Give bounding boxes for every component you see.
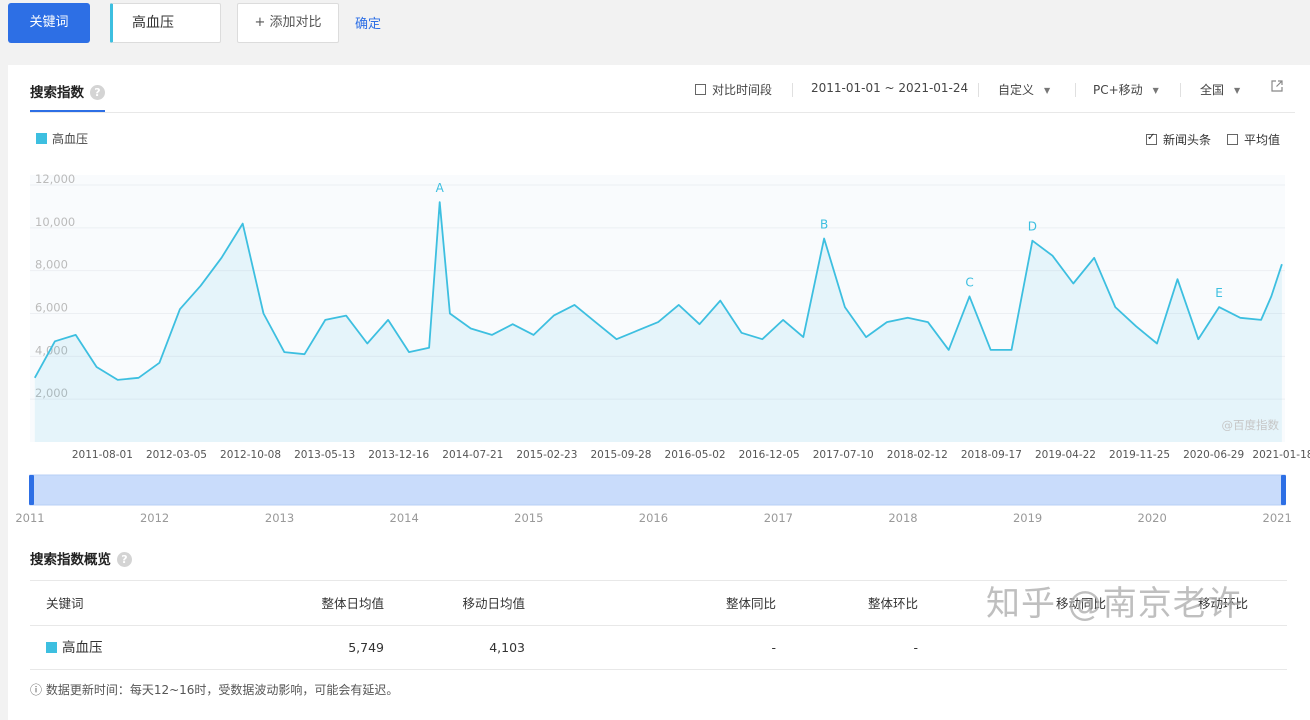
x-tick-label: 2013-12-16	[368, 449, 429, 461]
device-label: PC+移动	[1093, 83, 1143, 97]
y-tick-label: 10,000	[35, 215, 75, 229]
device-dropdown[interactable]: PC+移动 ▼	[1093, 81, 1159, 98]
update-footnote: ⓘ 数据更新时间：每天12~16时，受数据波动影响，可能会有延迟。	[30, 683, 399, 697]
keyword-term-box[interactable]: 高血压	[110, 3, 221, 43]
x-tick-label: 2018-09-17	[961, 449, 1022, 461]
x-tick-label: 2017-07-10	[813, 449, 874, 461]
region-dropdown[interactable]: 全国 ▼	[1200, 81, 1240, 98]
help-icon[interactable]: ?	[90, 85, 105, 100]
legend-label: 高血压	[52, 132, 89, 146]
legend-swatch	[36, 133, 47, 144]
range-year-label: 2018	[888, 511, 917, 525]
x-tick-label: 2011-08-01	[72, 449, 133, 461]
news-headlines-toggle[interactable]: 新闻头条	[1146, 131, 1211, 148]
range-year-label: 2013	[265, 511, 294, 525]
range-year-label: 2020	[1138, 511, 1167, 525]
range-year-label: 2011	[15, 511, 44, 525]
average-toggle[interactable]: 平均值	[1227, 131, 1280, 148]
overview-title: 搜索指数概览?	[30, 548, 132, 568]
x-tick-label: 2014-07-21	[442, 449, 503, 461]
annotation-label: E	[1215, 286, 1223, 300]
x-tick-label: 2012-10-08	[220, 449, 281, 461]
custom-dropdown[interactable]: 自定义 ▼	[998, 81, 1050, 98]
row-mobile-avg: 4,103	[489, 640, 525, 655]
date-range-picker[interactable]: 2011-01-01 ~ 2021-01-24	[811, 81, 968, 95]
range-handle-right	[1281, 475, 1286, 505]
range-year-label: 2019	[1013, 511, 1042, 525]
top-bar: 关键词 高血压 + 添加对比 确定	[0, 0, 1310, 58]
range-year-label: 2017	[764, 511, 793, 525]
x-tick-label: 2012-03-05	[146, 449, 207, 461]
range-year-label: 2014	[390, 511, 419, 525]
news-headlines-label: 新闻头条	[1163, 133, 1212, 147]
checkbox-icon	[1227, 134, 1238, 145]
caret-down-icon: ▼	[1234, 86, 1241, 95]
header-mobile-avg: 移动日均值	[462, 596, 525, 611]
y-tick-label: 12,000	[35, 172, 75, 186]
keyword-swatch	[46, 642, 57, 653]
x-tick-label: 2021-01-18	[1252, 449, 1310, 461]
compare-period-label: 对比时间段	[712, 83, 773, 97]
add-compare-button[interactable]: + 添加对比	[237, 3, 339, 43]
header-overall-mom: 整体环比	[867, 596, 918, 611]
checkbox-checked-icon	[1146, 132, 1157, 145]
x-tick-label: 2018-02-12	[887, 449, 948, 461]
range-handle-left	[29, 475, 34, 505]
header-keyword: 关键词	[46, 596, 84, 611]
keyword-button[interactable]: 关键词	[8, 3, 90, 43]
custom-label: 自定义	[998, 83, 1035, 97]
compare-period-toggle[interactable]: 对比时间段	[695, 81, 772, 98]
export-icon[interactable]	[1270, 79, 1284, 93]
search-index-chart[interactable]: 2,0004,0006,0008,00010,00012,000ABCDE@百度…	[8, 165, 1310, 530]
panel-header: 搜索指数? 对比时间段 2011-01-01 ~ 2021-01-24 自定义 ▼…	[30, 79, 1295, 113]
header-overall-avg: 整体日均值	[321, 596, 384, 611]
average-label: 平均值	[1244, 133, 1281, 147]
divider	[978, 83, 979, 97]
y-tick-label: 6,000	[35, 301, 68, 315]
range-year-label: 2015	[514, 511, 543, 525]
header-overall-yoy: 整体同比	[725, 596, 776, 611]
add-compare-label: 添加对比	[269, 15, 322, 30]
divider	[1075, 83, 1076, 97]
row-keyword: 高血压	[46, 626, 103, 670]
caret-down-icon: ▼	[1152, 86, 1159, 95]
caret-down-icon: ▼	[1044, 86, 1051, 95]
range-year-label: 2021	[1263, 511, 1292, 525]
row-overall-mom: -	[913, 640, 918, 655]
x-tick-label: 2015-02-23	[516, 449, 577, 461]
plus-icon: +	[254, 15, 266, 30]
chart-legend[interactable]: 高血压	[36, 130, 88, 147]
annotation-label: C	[965, 275, 973, 289]
row-keyword-label: 高血压	[62, 640, 103, 656]
x-tick-label: 2019-11-25	[1109, 449, 1170, 461]
x-tick-label: 2019-04-22	[1035, 449, 1096, 461]
annotation-label: A	[436, 181, 445, 195]
range-year-label: 2016	[639, 511, 668, 525]
checkbox-icon	[695, 84, 706, 95]
source-label: @百度指数	[1222, 418, 1280, 432]
annotation-label: D	[1028, 220, 1037, 234]
overview-title-label: 搜索指数概览	[30, 552, 111, 568]
confirm-link[interactable]: 确定	[355, 13, 381, 32]
region-label: 全国	[1200, 83, 1225, 97]
y-tick-label: 8,000	[35, 258, 68, 272]
annotation-label: B	[820, 218, 828, 232]
row-overall-yoy: -	[771, 640, 776, 655]
range-slider-track	[29, 474, 1286, 506]
x-tick-label: 2015-09-28	[590, 449, 651, 461]
watermark: 知乎 @南京老许	[986, 584, 1243, 624]
x-tick-label: 2013-05-13	[294, 449, 355, 461]
tab-search-index-label: 搜索指数	[30, 85, 84, 101]
x-tick-label: 2020-06-29	[1183, 449, 1244, 461]
x-tick-label: 2016-12-05	[739, 449, 800, 461]
divider	[792, 83, 793, 97]
table-row: 高血压 5,749 4,103 - -	[30, 626, 1287, 670]
tab-search-index[interactable]: 搜索指数?	[30, 81, 105, 112]
divider	[1180, 83, 1181, 97]
row-overall-avg: 5,749	[348, 640, 384, 655]
help-icon[interactable]: ?	[117, 552, 132, 567]
x-tick-label: 2016-05-02	[665, 449, 726, 461]
range-year-label: 2012	[140, 511, 169, 525]
